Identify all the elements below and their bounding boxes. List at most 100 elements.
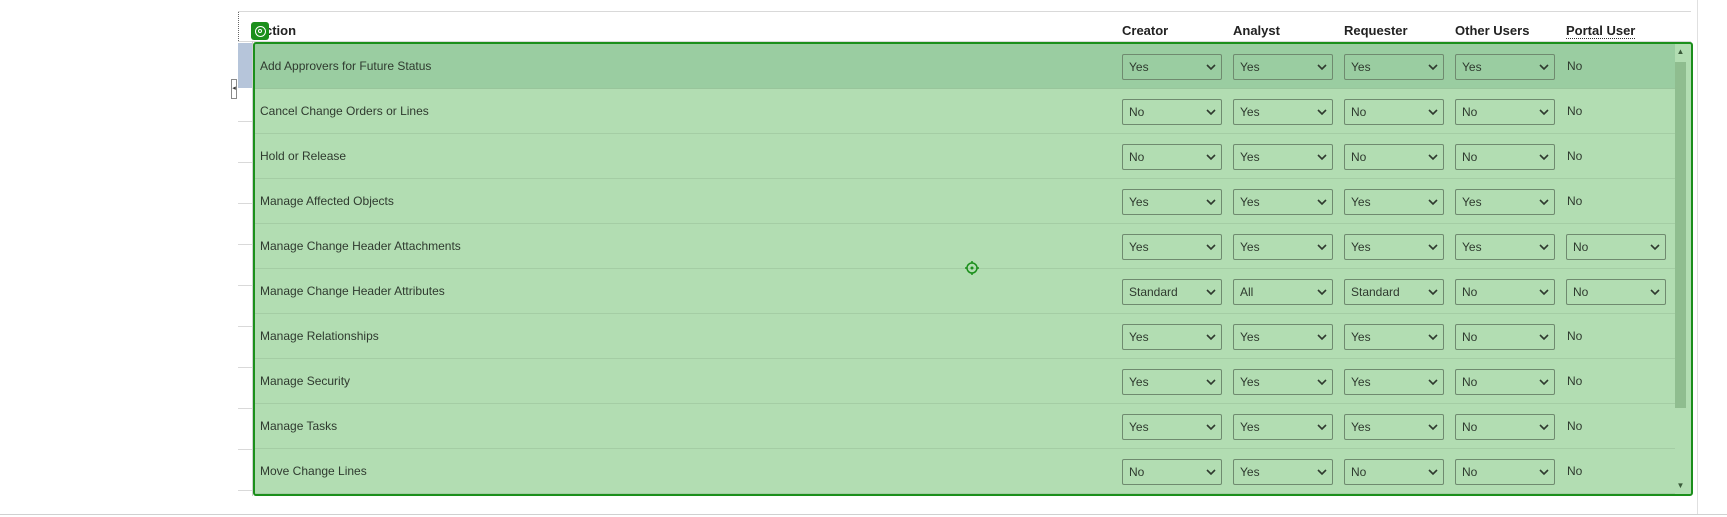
requester-select[interactable]: Yes (1344, 189, 1444, 215)
requester-select[interactable]: Yes (1344, 414, 1444, 440)
portal-user-value: No (1567, 419, 1583, 433)
analyst-select[interactable]: Yes (1233, 369, 1333, 395)
column-header-portal-user[interactable]: Portal User (1566, 23, 1636, 39)
chevron-down-icon (1317, 244, 1327, 251)
chevron-down-icon (1428, 64, 1438, 71)
table-row[interactable]: Manage Affected Objects Yes Yes Yes Yes No (255, 179, 1675, 224)
requester-select[interactable]: Yes (1344, 234, 1444, 260)
chevron-down-icon (1206, 199, 1216, 206)
chevron-down-icon (1539, 334, 1549, 341)
select-value: No (1462, 420, 1478, 434)
creator-select[interactable]: Yes (1122, 189, 1222, 215)
chevron-down-icon (1206, 469, 1216, 476)
vertical-scrollbar[interactable]: ▲ ▼ (1672, 44, 1689, 494)
chevron-down-icon (1317, 469, 1327, 476)
creator-select[interactable]: No (1122, 459, 1222, 485)
scrollbar-thumb[interactable] (1675, 62, 1686, 408)
chevron-down-icon (1206, 109, 1216, 116)
chevron-down-icon (1206, 424, 1216, 431)
scroll-up-icon[interactable]: ▲ (1676, 48, 1685, 56)
portal-user-value: No (1567, 464, 1583, 478)
creator-select[interactable]: No (1122, 99, 1222, 125)
creator-select[interactable]: Yes (1122, 369, 1222, 395)
analyst-select[interactable]: Yes (1233, 324, 1333, 350)
creator-select[interactable]: No (1122, 144, 1222, 170)
requester-select[interactable]: Yes (1344, 369, 1444, 395)
analyst-select[interactable]: Yes (1233, 144, 1333, 170)
creator-select[interactable]: Yes (1122, 54, 1222, 80)
select-value: Yes (1351, 195, 1371, 209)
analyst-select[interactable]: Yes (1233, 54, 1333, 80)
analyst-select[interactable]: All (1233, 279, 1333, 305)
chevron-down-icon (1317, 424, 1327, 431)
table-row[interactable]: Manage Security Yes Yes Yes No No (255, 359, 1675, 404)
other-users-select[interactable]: No (1455, 459, 1555, 485)
portal-user-select[interactable]: No (1566, 279, 1666, 305)
table-row[interactable]: Cancel Change Orders or Lines No Yes No No No (255, 89, 1675, 134)
column-header-other-users[interactable]: Other Users (1455, 23, 1529, 38)
analyst-select[interactable]: Yes (1233, 234, 1333, 260)
scroll-down-icon[interactable]: ▼ (1676, 482, 1685, 490)
column-header-action[interactable]: ction (265, 23, 296, 38)
table-row[interactable]: Manage Relationships Yes Yes Yes No No (255, 314, 1675, 359)
column-header-requester[interactable]: Requester (1344, 23, 1408, 38)
table-row[interactable]: Manage Change Header Attributes Standard A… (255, 269, 1675, 314)
chevron-down-icon (1539, 154, 1549, 161)
column-header-analyst[interactable]: Analyst (1233, 23, 1280, 38)
table-row[interactable]: Hold or Release No Yes No No No (255, 134, 1675, 179)
select-value: No (1573, 285, 1589, 299)
creator-select[interactable]: Standard (1122, 279, 1222, 305)
chevron-down-icon (1539, 109, 1549, 116)
other-users-select[interactable]: Yes (1455, 189, 1555, 215)
analyst-select[interactable]: Yes (1233, 189, 1333, 215)
row-divider (238, 367, 252, 368)
requester-select[interactable]: No (1344, 459, 1444, 485)
portal-user-select[interactable]: No (1566, 234, 1666, 260)
crosshair-icon (965, 261, 979, 275)
collapse-arrow-icon[interactable]: ◂ (231, 79, 237, 99)
chevron-down-icon (1428, 424, 1438, 431)
other-users-select[interactable]: No (1455, 369, 1555, 395)
column-header-creator[interactable]: Creator (1122, 23, 1168, 38)
analyst-select[interactable]: Yes (1233, 414, 1333, 440)
analyst-select[interactable]: Yes (1233, 99, 1333, 125)
table-row[interactable]: Move Change Lines No Yes No No No (255, 449, 1675, 494)
requester-select[interactable]: Yes (1344, 54, 1444, 80)
chevron-down-icon (1428, 469, 1438, 476)
row-selector-selected[interactable] (238, 43, 252, 88)
other-users-select[interactable]: No (1455, 144, 1555, 170)
other-users-select[interactable]: No (1455, 279, 1555, 305)
requester-select[interactable]: No (1344, 99, 1444, 125)
select-value: No (1462, 330, 1478, 344)
requester-select[interactable]: Yes (1344, 324, 1444, 350)
requester-select[interactable]: No (1344, 144, 1444, 170)
table-row[interactable]: Manage Tasks Yes Yes Yes No No (255, 404, 1675, 449)
select-value: No (1351, 465, 1367, 479)
chevron-down-icon (1428, 379, 1438, 386)
select-value: No (1573, 240, 1589, 254)
select-value: Yes (1462, 195, 1482, 209)
table-row[interactable]: Add Approvers for Future Status Yes Yes Yes… (255, 44, 1675, 89)
creator-select[interactable]: Yes (1122, 414, 1222, 440)
other-users-select[interactable]: Yes (1455, 54, 1555, 80)
chevron-down-icon (1206, 64, 1216, 71)
select-value: Yes (1351, 330, 1371, 344)
chevron-down-icon (1539, 64, 1549, 71)
other-users-select[interactable]: No (1455, 414, 1555, 440)
creator-select[interactable]: Yes (1122, 324, 1222, 350)
chevron-down-icon (1206, 244, 1216, 251)
portal-user-value: No (1567, 374, 1583, 388)
select-value: Standard (1351, 285, 1400, 299)
other-users-select[interactable]: Yes (1455, 234, 1555, 260)
creator-select[interactable]: Yes (1122, 234, 1222, 260)
analyst-select[interactable]: Yes (1233, 459, 1333, 485)
portal-user-value: No (1567, 59, 1583, 73)
select-value: Yes (1351, 60, 1371, 74)
other-users-select[interactable]: No (1455, 324, 1555, 350)
requester-select[interactable]: Standard (1344, 279, 1444, 305)
portal-user-value: No (1567, 104, 1583, 118)
other-users-select[interactable]: No (1455, 99, 1555, 125)
select-value: Yes (1129, 375, 1149, 389)
select-value: Yes (1129, 60, 1149, 74)
panel-bottom-border (0, 514, 1727, 515)
